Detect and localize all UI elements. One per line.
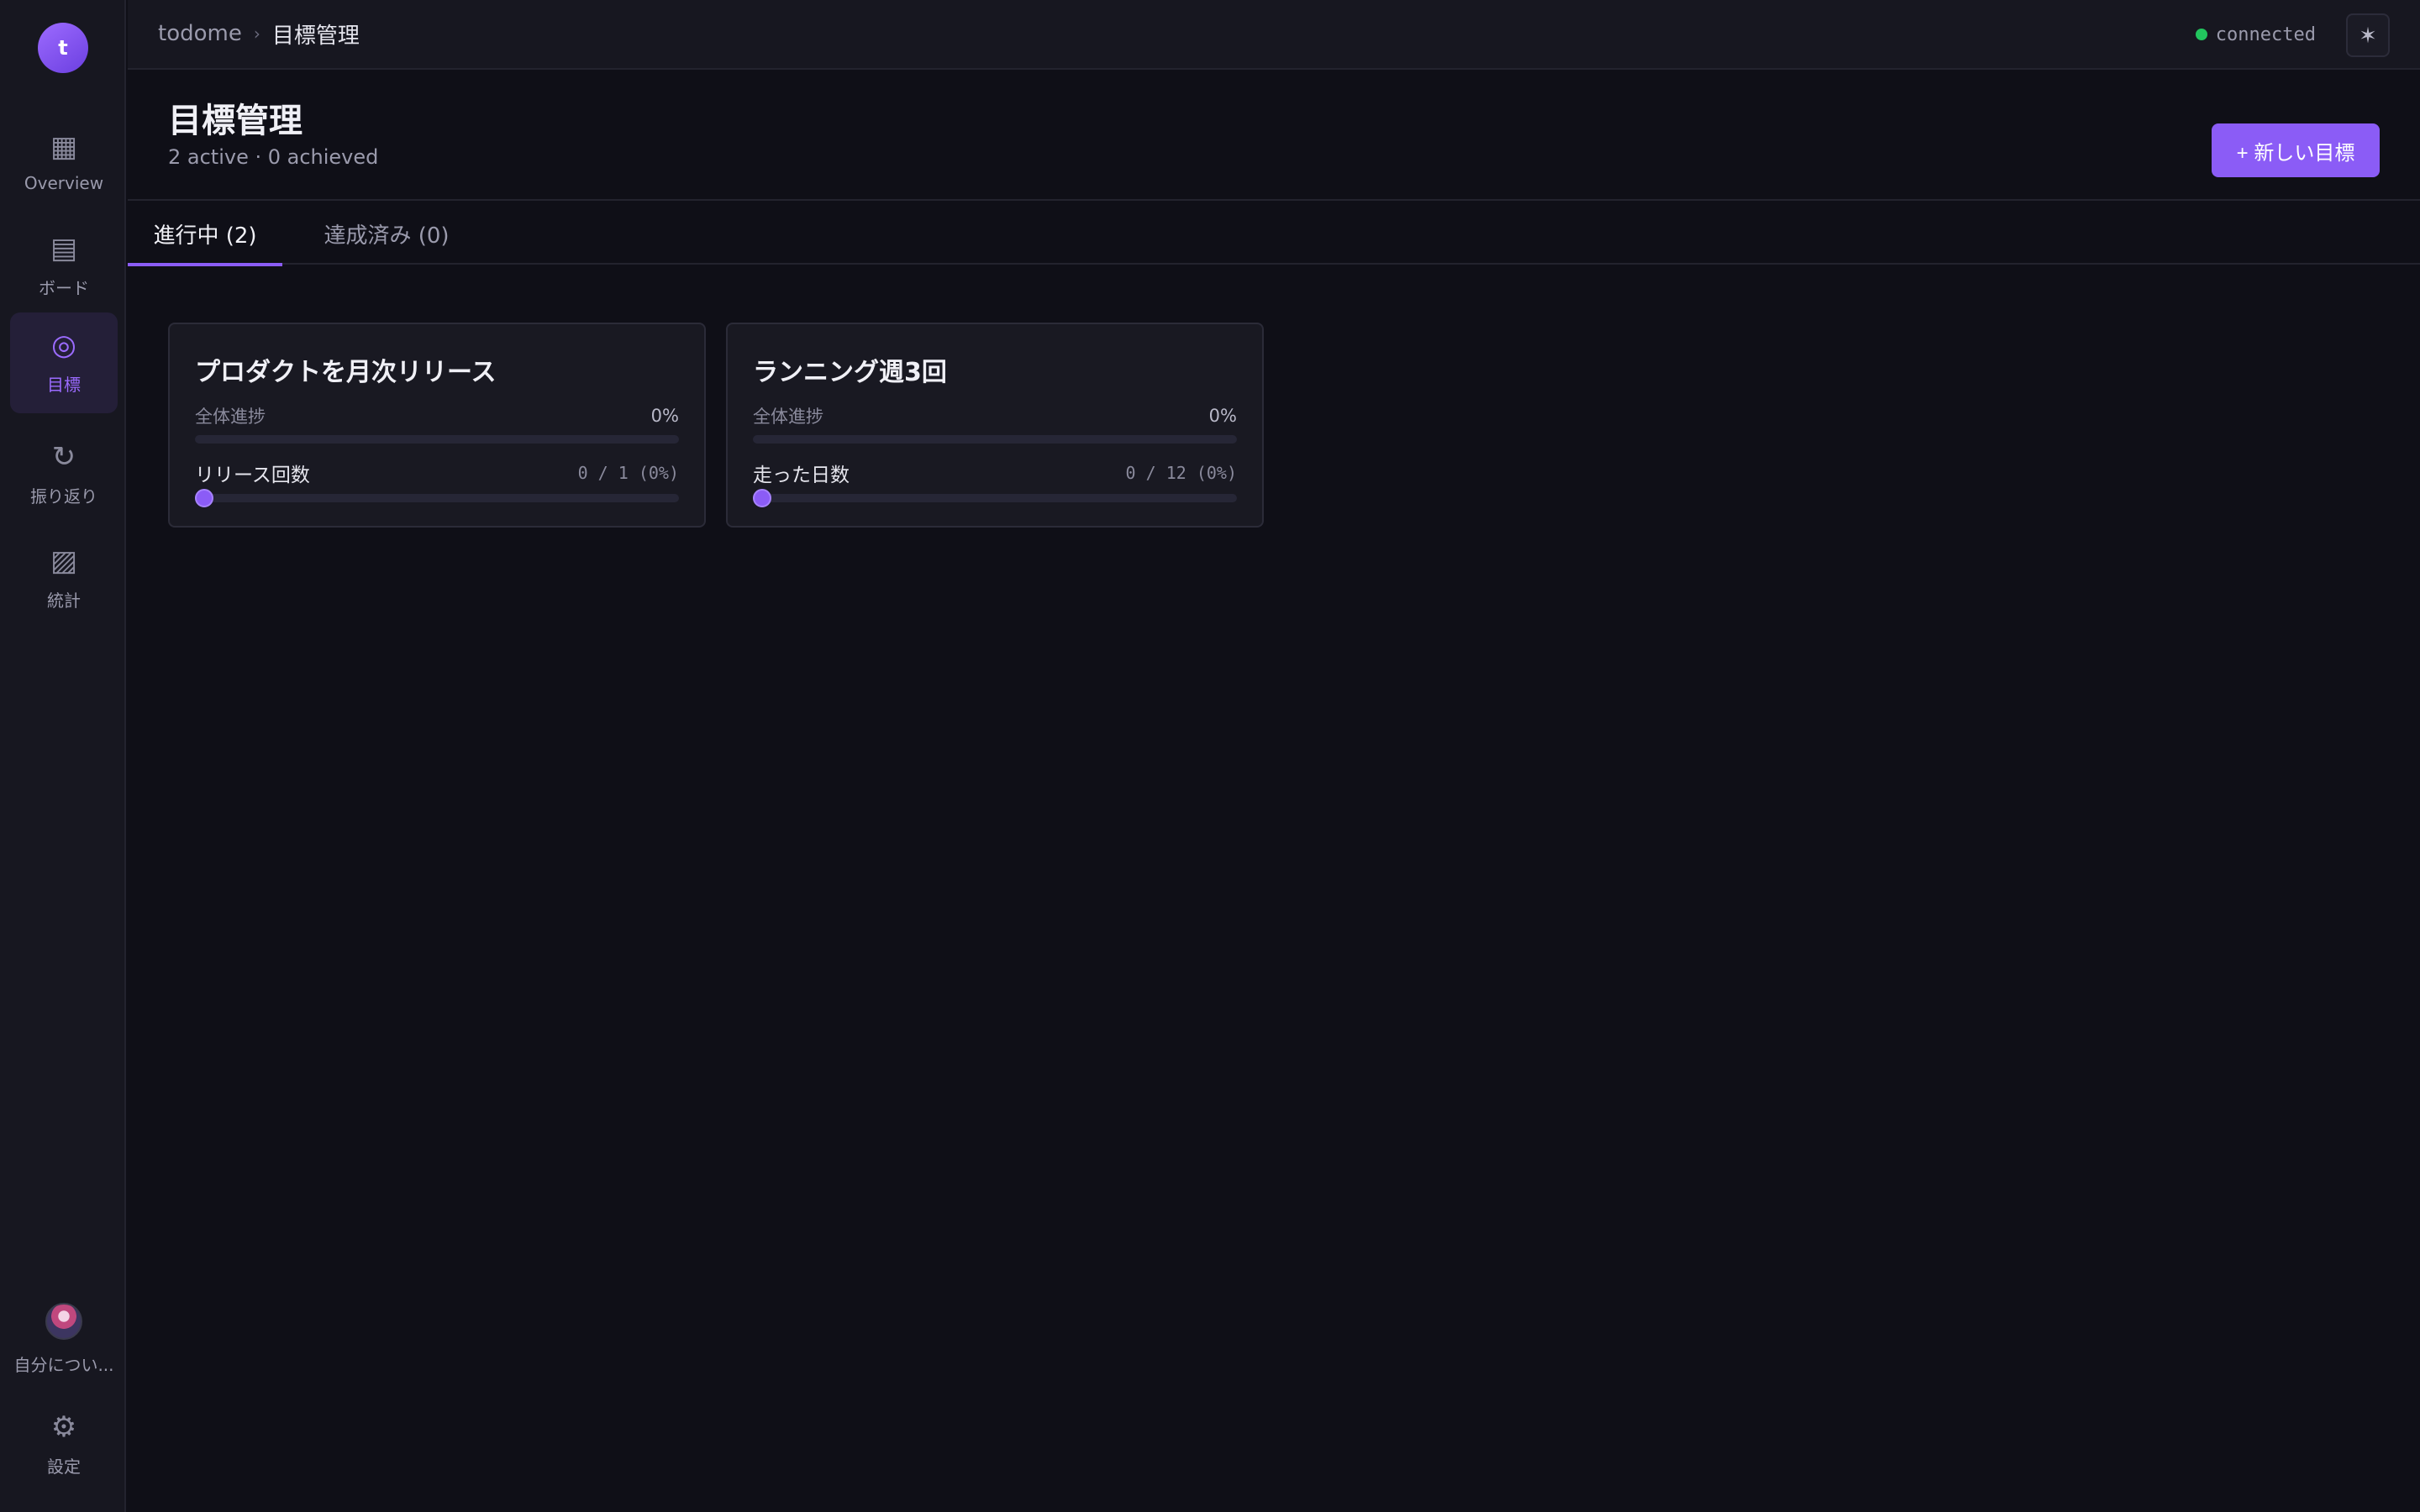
sidebar-item-goals[interactable]: ◎ 目標 [10, 312, 118, 413]
status-dot-icon [2195, 29, 2207, 40]
sidebar-item-board[interactable]: ▤ ボード [10, 216, 118, 317]
sidebar-item-label: ボード [39, 277, 89, 298]
sidebar-item-retrospective[interactable]: ↻ 振り返り [10, 424, 118, 525]
sidebar-item-label: 振り返り [30, 486, 97, 507]
tab-label: 達成済み (0) [324, 223, 450, 249]
goal-card[interactable]: ランニング週3回 全体進捗 0% 走った日数 0 / 12 (0%) [726, 323, 1264, 528]
overall-progress-label: 全体進捗 [753, 407, 823, 427]
sidebar-item-label: 目標 [47, 374, 81, 395]
goal-title: ランニング週3回 [753, 358, 947, 387]
overall-progress-value: 0% [650, 406, 679, 426]
sidebar-item-label: Overview [24, 173, 104, 193]
new-goal-button[interactable]: + 新しい目標 [2212, 123, 2380, 177]
page-subtitle: 2 active · 0 achieved [168, 145, 379, 169]
overall-progress-label: 全体進捗 [195, 407, 266, 427]
refresh-icon: ↻ [51, 439, 76, 474]
avatar [45, 1302, 82, 1340]
stats-icon: ▨ [50, 543, 78, 578]
sidebar-item-label: 自分につい... [13, 1354, 114, 1375]
tab-in-progress[interactable]: 進行中 (2) [128, 202, 282, 266]
metric-slider[interactable] [753, 489, 1237, 507]
tab-label: 進行中 (2) [153, 223, 257, 249]
topbar: todome › 目標管理 connected ✶ [128, 0, 2420, 70]
grid-icon: ▦ [50, 130, 78, 164]
metric-value: 0 / 1 (0%) [577, 463, 679, 483]
breadcrumb-root[interactable]: todome [158, 21, 242, 46]
sidebar-item-stats[interactable]: ▨ 統計 [10, 528, 118, 629]
sidebar-item-profile[interactable]: 自分につい... [10, 1289, 118, 1389]
metric-value: 0 / 12 (0%) [1125, 463, 1237, 483]
overall-progress-bar [195, 435, 679, 444]
board-icon: ▤ [50, 231, 78, 265]
slider-handle[interactable] [195, 489, 213, 507]
app-logo[interactable]: t [38, 23, 88, 73]
metric-slider[interactable] [195, 489, 679, 507]
sidebar-item-label: 設定 [47, 1456, 81, 1477]
slider-handle[interactable] [753, 489, 771, 507]
goal-card[interactable]: プロダクトを月次リリース 全体進捗 0% リリース回数 0 / 1 (0%) [168, 323, 706, 528]
breadcrumb-current: 目標管理 [271, 23, 360, 49]
tab-achieved[interactable]: 達成済み (0) [302, 202, 471, 265]
page-header: 目標管理 2 active · 0 achieved + 新しい目標 [128, 71, 2420, 201]
sidebar: t ▦ Overview ▤ ボード ◎ 目標 ↻ 振り返り ▨ 統計 自分につ… [0, 0, 126, 1512]
connection-status: connected [2195, 20, 2316, 49]
target-icon: ◎ [51, 328, 76, 362]
gear-icon: ⚙ [50, 1410, 77, 1444]
sidebar-item-settings[interactable]: ⚙ 設定 [10, 1394, 118, 1495]
tab-bar: 進行中 (2) 達成済み (0) [128, 202, 2420, 266]
status-text: connected [2215, 24, 2316, 45]
sparkle-icon: ✶ [2359, 22, 2377, 48]
breadcrumb-separator: › [253, 24, 260, 44]
overall-progress-value: 0% [1208, 406, 1237, 426]
theme-toggle-button[interactable]: ✶ [2346, 13, 2390, 57]
goal-title: プロダクトを月次リリース [195, 358, 497, 387]
metric-label: リリース回数 [195, 465, 310, 486]
sidebar-item-label: 統計 [47, 590, 81, 611]
overall-progress-bar [753, 435, 1237, 444]
sidebar-item-overview[interactable]: ▦ Overview [10, 113, 118, 213]
metric-label: 走った日数 [753, 465, 850, 486]
page-title: 目標管理 [168, 101, 302, 140]
breadcrumb: todome › 目標管理 [158, 17, 360, 50]
